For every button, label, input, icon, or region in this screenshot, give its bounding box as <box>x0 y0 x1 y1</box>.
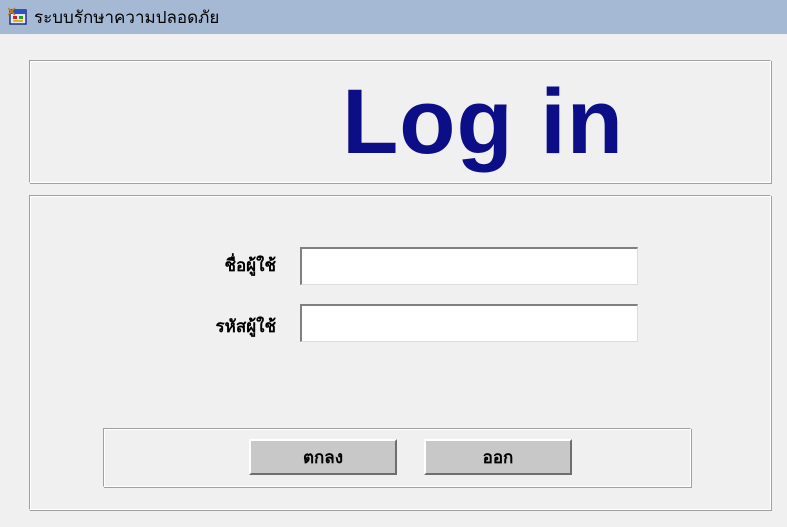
title-bar[interactable]: ระบบรักษาความปลอดภัย <box>0 0 787 34</box>
ok-button[interactable]: ตกลง <box>249 439 397 475</box>
username-label: ชื่อผู้ใช้ <box>224 256 276 276</box>
password-input[interactable] <box>300 304 638 342</box>
button-bar: ตกลง ออก <box>103 428 691 487</box>
exit-button[interactable]: ออก <box>424 439 572 475</box>
header-panel: Log in <box>29 60 771 183</box>
username-input[interactable] <box>300 247 638 285</box>
password-label: รหัสผู้ใช้ <box>215 317 276 337</box>
login-heading: Log in <box>342 70 624 173</box>
window-title: ระบบรักษาความปลอดภัย <box>34 7 220 28</box>
app-window-icon[interactable] <box>7 6 30 28</box>
